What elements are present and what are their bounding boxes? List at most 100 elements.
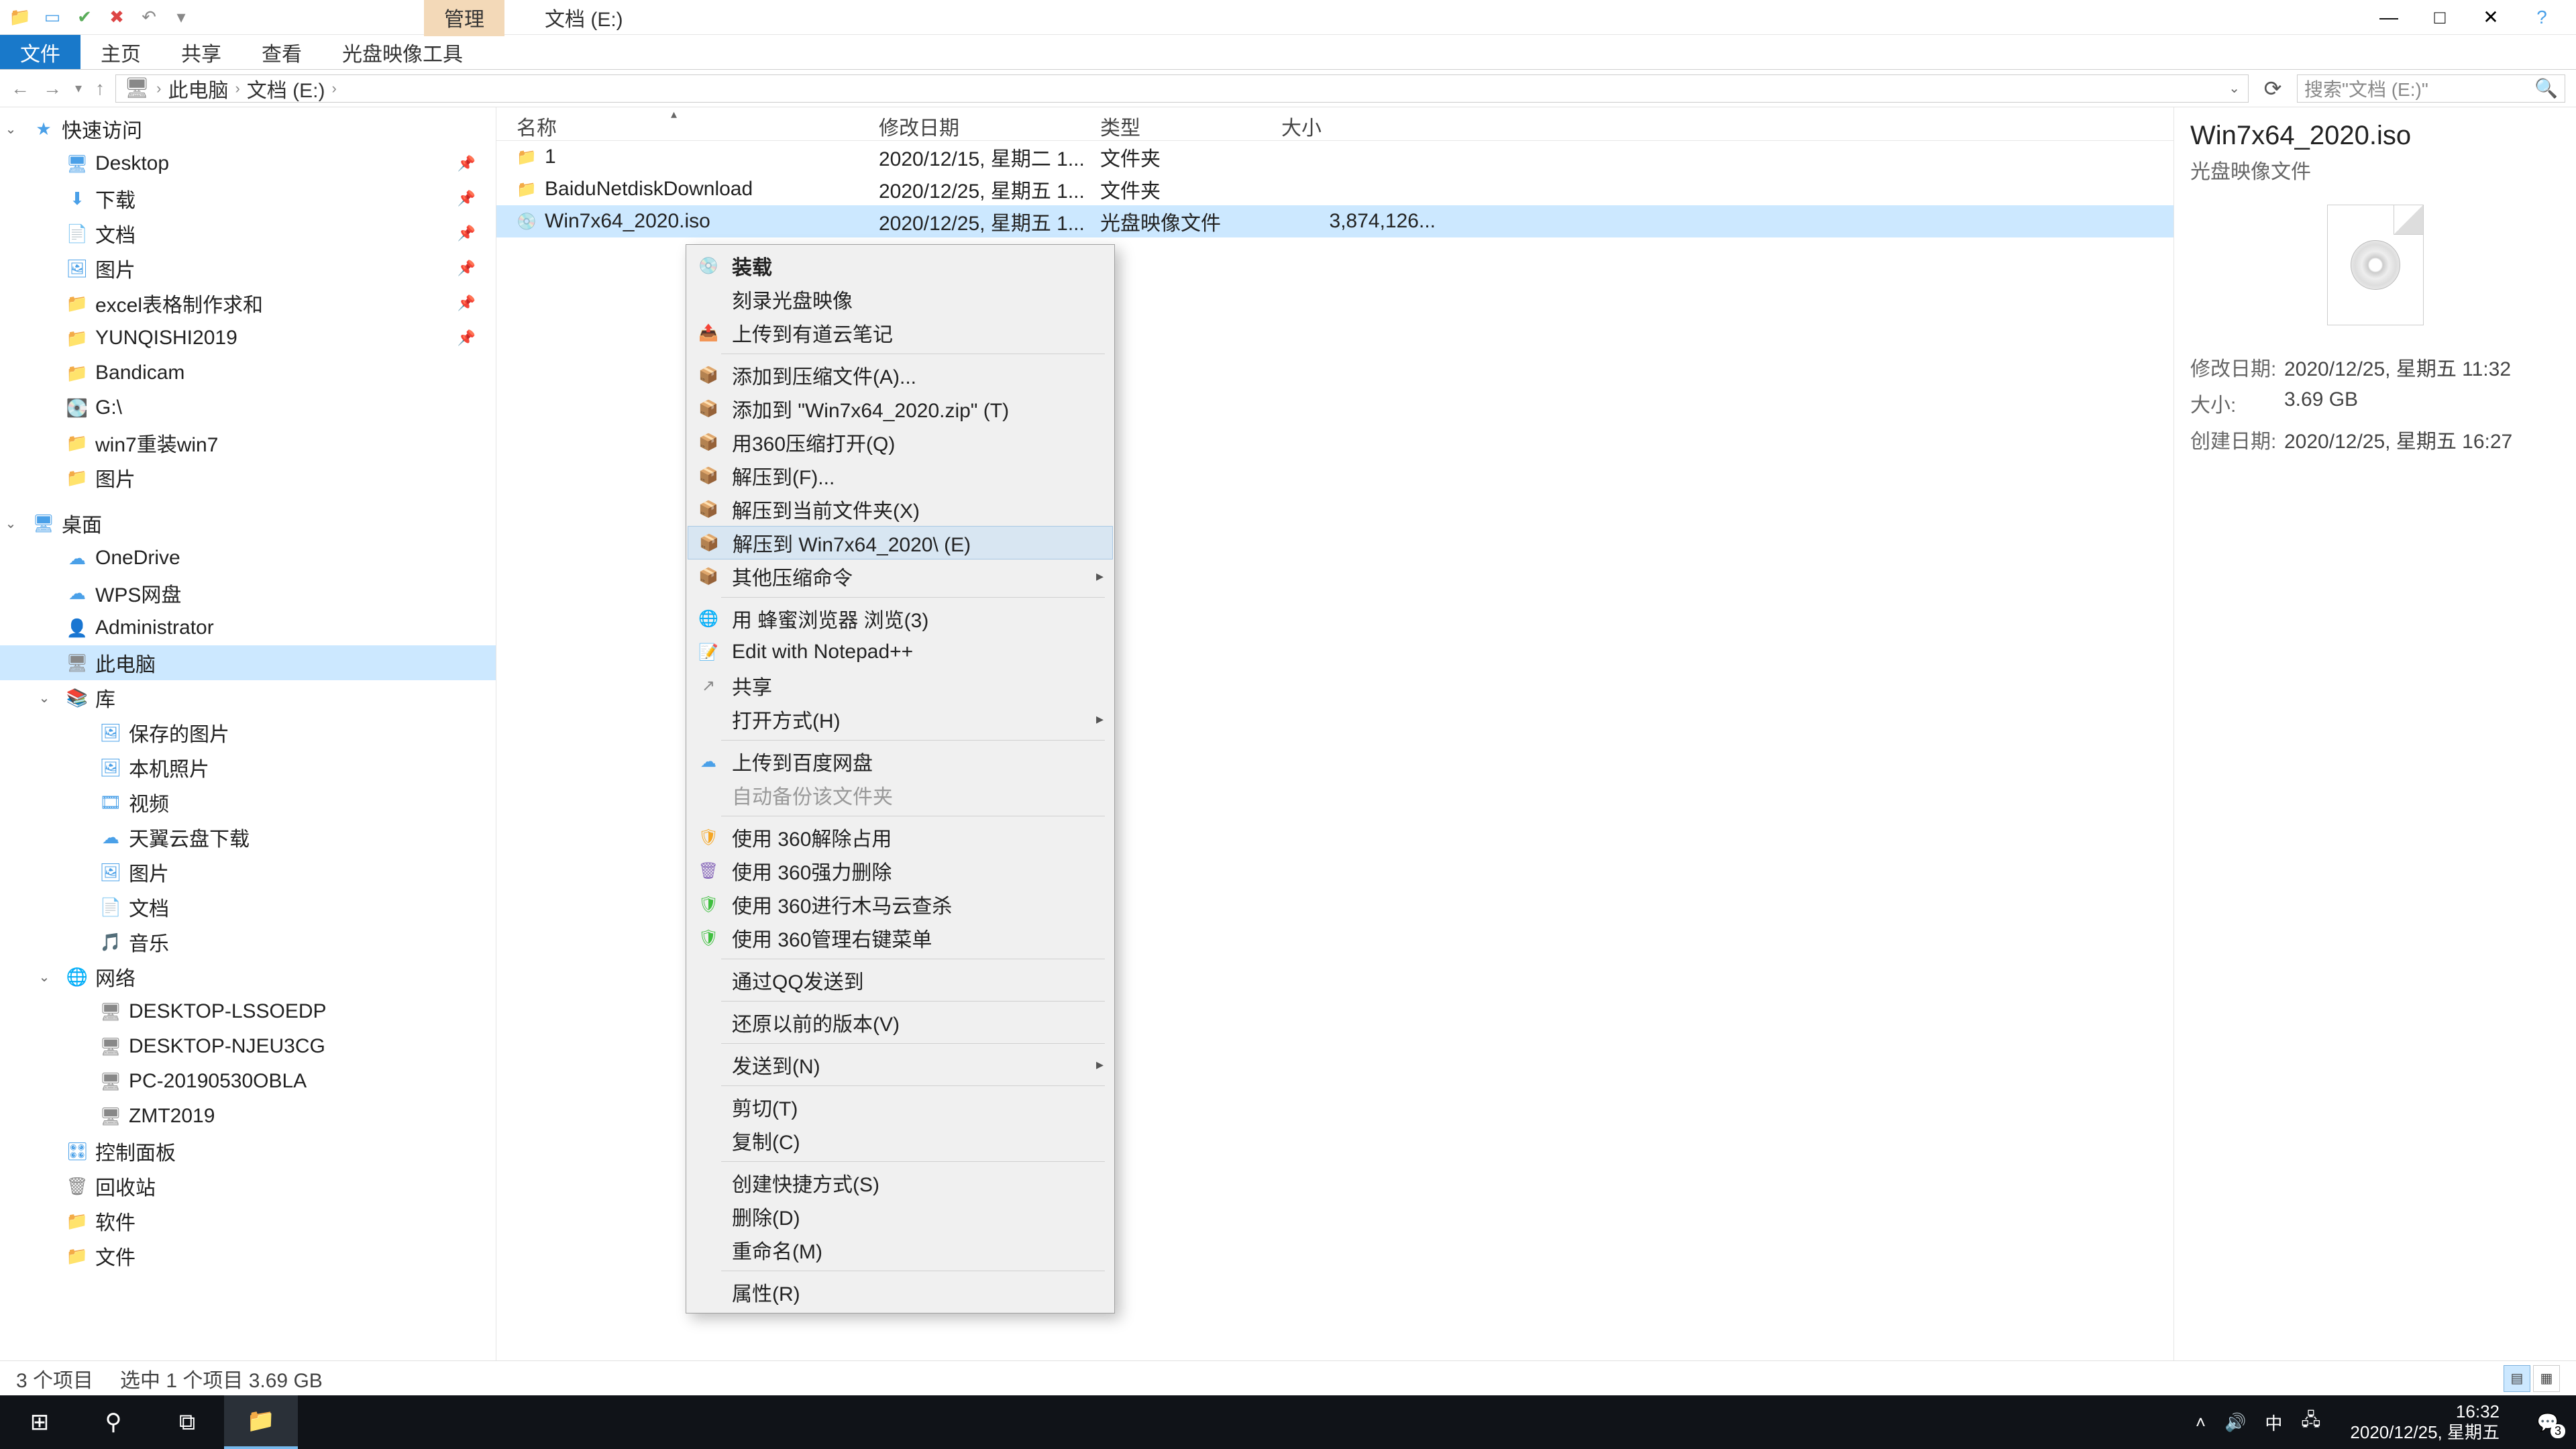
context-menu-item[interactable]: 打开方式(H)▸ <box>688 702 1113 736</box>
chevron-right-icon[interactable]: › <box>156 80 161 97</box>
nav-item[interactable]: ⌄📚库 <box>0 680 496 715</box>
context-menu-item[interactable]: 🛡使用 360管理右键菜单 <box>688 921 1113 955</box>
task-view-button[interactable]: ⧉ <box>150 1395 224 1449</box>
ime-indicator[interactable]: 中 <box>2265 1410 2282 1435</box>
qat-undo-icon[interactable]: ↶ <box>134 3 164 32</box>
navigation-tree[interactable]: ⌄ ★ 快速访问 🖥Desktop📌⬇下载📌📄文档📌🖼图片📌📁excel表格制作… <box>0 107 496 1360</box>
forward-button[interactable]: → <box>43 78 62 99</box>
nav-item[interactable]: 📄文档 <box>0 890 496 924</box>
header-size[interactable]: 大小 <box>1281 111 1449 141</box>
context-menu-item[interactable]: 复制(C) <box>688 1124 1113 1157</box>
context-menu-item[interactable]: ☁上传到百度网盘 <box>688 745 1113 778</box>
nav-desktop[interactable]: ⌄ 🖥 桌面 <box>0 506 496 541</box>
qat-delete-icon[interactable]: ✖ <box>102 3 131 32</box>
chevron-right-icon[interactable]: › <box>331 80 336 97</box>
context-menu-item[interactable]: 📝Edit with Notepad++ <box>688 635 1113 669</box>
ribbon-tab-file[interactable]: 文件 <box>0 35 80 69</box>
context-menu-item[interactable]: 🌐用 蜂蜜浏览器 浏览(3) <box>688 602 1113 635</box>
context-menu-item[interactable]: 创建快捷方式(S) <box>688 1166 1113 1199</box>
ribbon-tab-disc-tools[interactable]: 光盘映像工具 <box>322 35 483 69</box>
nav-item[interactable]: 🎞视频 <box>0 785 496 820</box>
nav-item[interactable]: 📁win7重装win7 <box>0 425 496 460</box>
header-type[interactable]: 类型 <box>1100 111 1281 141</box>
nav-item[interactable]: 🖼保存的图片 <box>0 715 496 750</box>
qat-new-icon[interactable]: ✔ <box>70 3 99 32</box>
expand-icon[interactable]: ⌄ <box>31 969 58 985</box>
context-menu-item[interactable]: 📦解压到(F)... <box>688 459 1113 492</box>
history-dropdown-icon[interactable]: ▾ <box>75 80 82 97</box>
header-name[interactable]: 名称 ▴ <box>496 111 879 141</box>
nav-item[interactable]: 📁软件 <box>0 1203 496 1238</box>
nav-item[interactable]: 🖥PC-20190530OBLA <box>0 1064 496 1099</box>
explorer-taskbar-button[interactable]: 📁 <box>224 1395 298 1449</box>
expand-icon[interactable]: ⌄ <box>0 515 24 532</box>
nav-item[interactable]: 📁YUNQISHI2019📌 <box>0 321 496 356</box>
context-menu-item[interactable]: 📦解压到当前文件夹(X) <box>688 492 1113 526</box>
header-date[interactable]: 修改日期 <box>879 111 1100 141</box>
search-button[interactable]: ⚲ <box>76 1395 150 1449</box>
context-menu-item[interactable]: 通过QQ发送到 <box>688 963 1113 997</box>
context-menu-item[interactable]: 剪切(T) <box>688 1090 1113 1124</box>
nav-item[interactable]: 🖼本机照片 <box>0 750 496 785</box>
context-menu-item[interactable]: 属性(R) <box>688 1275 1113 1309</box>
action-center-button[interactable]: 💬 3 <box>2529 1403 2567 1441</box>
nav-item[interactable]: 📁图片 <box>0 460 496 495</box>
start-button[interactable]: ⊞ <box>3 1395 76 1449</box>
up-button[interactable]: ↑ <box>95 78 105 99</box>
nav-item[interactable]: 💽G:\ <box>0 390 496 425</box>
refresh-button[interactable]: ⟳ <box>2259 76 2286 101</box>
context-menu-item[interactable]: 还原以前的版本(V) <box>688 1006 1113 1039</box>
nav-quick-access[interactable]: ⌄ ★ 快速访问 <box>0 111 496 146</box>
ribbon-tab-home[interactable]: 主页 <box>80 35 161 69</box>
context-menu-item[interactable]: 删除(D) <box>688 1199 1113 1233</box>
view-details-button[interactable]: ▤ <box>2504 1365 2530 1392</box>
qat-properties-icon[interactable]: ▭ <box>38 3 67 32</box>
expand-icon[interactable]: ⌄ <box>0 121 24 138</box>
network-icon[interactable]: 🖧 <box>2301 1407 2320 1437</box>
nav-item[interactable]: 🎛控制面板 <box>0 1134 496 1169</box>
nav-item[interactable]: 🖥ZMT2019 <box>0 1099 496 1134</box>
context-menu-item[interactable]: 📦添加到 "Win7x64_2020.zip" (T) <box>688 392 1113 425</box>
ribbon-tab-view[interactable]: 查看 <box>241 35 322 69</box>
chevron-right-icon[interactable]: › <box>235 80 239 97</box>
back-button[interactable]: ← <box>11 78 30 99</box>
context-menu-item[interactable]: 📦其他压缩命令▸ <box>688 559 1113 593</box>
volume-icon[interactable]: 🔊 <box>2224 1412 2246 1433</box>
search-input[interactable]: 搜索"文档 (E:)" 🔍 <box>2297 74 2565 103</box>
nav-item[interactable]: ⬇下载📌 <box>0 181 496 216</box>
nav-item[interactable]: ☁WPS网盘 <box>0 576 496 610</box>
file-row[interactable]: 📁BaiduNetdiskDownload2020/12/25, 星期五 1..… <box>496 173 2174 205</box>
nav-item[interactable]: 🎵音乐 <box>0 924 496 959</box>
qat-dropdown-icon[interactable]: ▾ <box>166 3 196 32</box>
context-menu-item[interactable]: 发送到(N)▸ <box>688 1048 1113 1081</box>
context-menu-item[interactable]: 🛡使用 360进行木马云查杀 <box>688 888 1113 921</box>
context-menu-item[interactable]: 📦用360压缩打开(Q) <box>688 425 1113 459</box>
nav-item[interactable]: 📁文件 <box>0 1238 496 1273</box>
nav-item[interactable]: 📄文档📌 <box>0 216 496 251</box>
nav-item[interactable]: 🖼图片📌 <box>0 251 496 286</box>
context-menu-item[interactable]: 🛡使用 360解除占用 <box>688 820 1113 854</box>
view-large-button[interactable]: ▦ <box>2533 1365 2560 1392</box>
search-icon[interactable]: 🔍 <box>2534 77 2558 99</box>
context-menu-item[interactable]: 📤上传到有道云笔记 <box>688 316 1113 350</box>
nav-network[interactable]: ⌄ 🌐 网络 <box>0 959 496 994</box>
nav-item[interactable]: 👤Administrator <box>0 610 496 645</box>
tray-overflow-icon[interactable]: ˄ <box>2196 1412 2206 1433</box>
nav-item[interactable]: ☁OneDrive <box>0 541 496 576</box>
nav-item[interactable]: 🖥此电脑 <box>0 645 496 680</box>
context-menu-item[interactable]: 🗑使用 360强力删除 <box>688 854 1113 888</box>
nav-item[interactable]: 🖥DESKTOP-NJEU3CG <box>0 1029 496 1064</box>
maximize-button[interactable]: □ <box>2424 2 2455 33</box>
context-menu-item[interactable]: 重命名(M) <box>688 1233 1113 1267</box>
minimize-button[interactable]: — <box>2373 2 2404 33</box>
nav-item[interactable]: 🖼图片 <box>0 855 496 890</box>
crumb-this-pc[interactable]: 此电脑 <box>168 74 228 103</box>
file-row[interactable]: 📁12020/12/15, 星期二 1...文件夹 <box>496 141 2174 173</box>
close-button[interactable]: ✕ <box>2475 2 2506 33</box>
context-menu-item[interactable]: ↗共享 <box>688 669 1113 702</box>
nav-item[interactable]: 📁Bandicam <box>0 356 496 390</box>
nav-item[interactable]: 🗑回收站 <box>0 1169 496 1203</box>
nav-item[interactable]: 🖥DESKTOP-LSSOEDP <box>0 994 496 1029</box>
nav-item[interactable]: ☁天翼云盘下载 <box>0 820 496 855</box>
context-menu-item[interactable]: 💿装载 <box>688 249 1113 282</box>
